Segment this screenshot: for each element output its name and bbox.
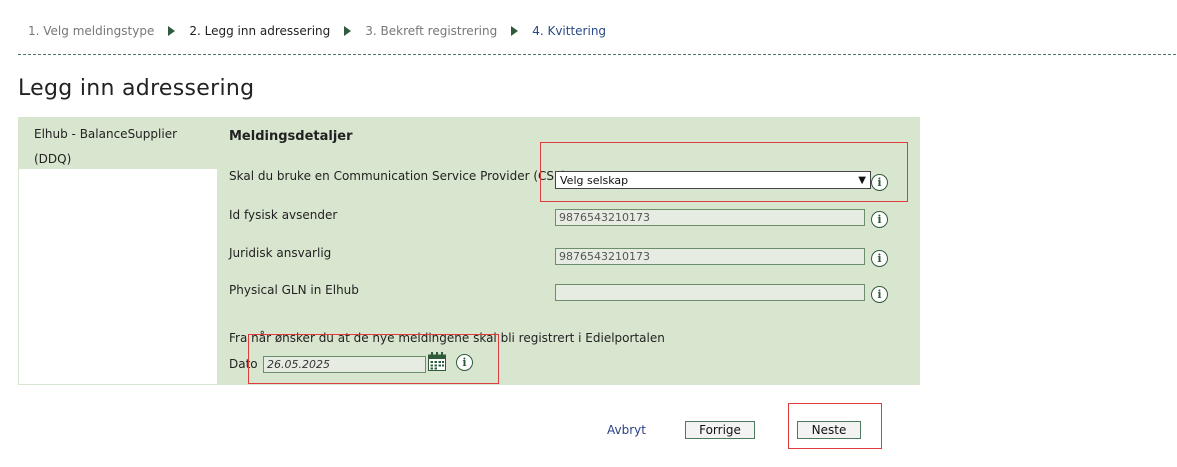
next-button[interactable]: Neste (797, 421, 861, 439)
step-breadcrumb: 1. Velg meldingstype 2. Legg inn adresse… (28, 24, 606, 38)
divider (18, 54, 1176, 55)
highlight-box-date (248, 334, 499, 384)
info-icon[interactable]: i (871, 250, 888, 267)
gln-label: Physical GLN in Elhub (229, 283, 359, 297)
chevron-right-icon (168, 26, 176, 36)
chevron-right-icon (344, 26, 352, 36)
sender-label: Id fysisk avsender (229, 208, 338, 222)
step-2: 2. Legg inn adressering (189, 24, 331, 38)
sidebar-line-1: Elhub - BalanceSupplier (34, 127, 178, 141)
legal-field[interactable]: 9876543210173 (555, 248, 865, 265)
legal-label: Juridisk ansvarlig (229, 246, 332, 260)
csp-label: Skal du bruke en Communication Service P… (229, 169, 573, 183)
page-title: Legg inn adressering (18, 76, 255, 101)
step-4: 4. Kvittering (532, 24, 607, 38)
gln-field[interactable] (555, 284, 865, 301)
info-icon[interactable]: i (871, 211, 888, 228)
section-title: Meldingsdetaljer (229, 129, 353, 144)
step-3: 3. Bekreft registrering (365, 24, 498, 38)
info-icon[interactable]: i (871, 286, 888, 303)
highlight-box-csp (540, 142, 908, 202)
step-1: 1. Velg meldingstype (28, 24, 155, 38)
sender-field[interactable]: 9876543210173 (555, 209, 865, 226)
cancel-link[interactable]: Avbryt (607, 423, 646, 437)
previous-button[interactable]: Forrige (685, 421, 755, 439)
chevron-right-icon (511, 26, 519, 36)
sidebar-header: Elhub - BalanceSupplier (DDQ) (19, 118, 217, 169)
sidebar-line-2: (DDQ) (34, 152, 72, 166)
sidebar: Elhub - BalanceSupplier (DDQ) (18, 117, 218, 385)
